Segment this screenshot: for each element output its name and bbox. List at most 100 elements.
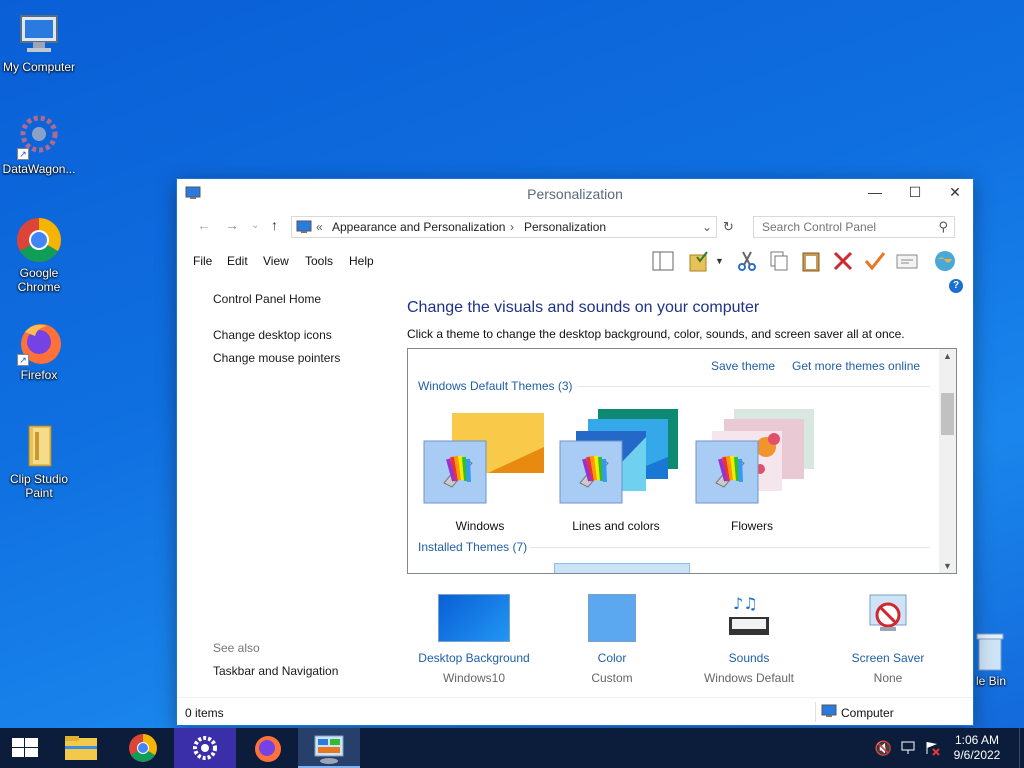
- show-desktop-button[interactable]: [1019, 728, 1024, 768]
- network-icon[interactable]: [900, 740, 916, 759]
- taskbar-firefox[interactable]: [236, 728, 298, 768]
- computer-small-icon: [821, 704, 837, 721]
- color-label[interactable]: Color: [537, 651, 687, 665]
- folder-icon: [15, 422, 63, 470]
- menu-file[interactable]: File: [193, 254, 212, 268]
- forward-arrow-icon[interactable]: →: [225, 217, 239, 233]
- breadcrumb-overflow[interactable]: «: [316, 220, 323, 234]
- screen-saver-value: None: [873, 671, 903, 685]
- address-toolbar: ← → ⌄ ↑ « Appearance and Personalization…: [177, 209, 973, 241]
- theme-windows[interactable]: Windows: [418, 407, 548, 537]
- help-icon[interactable]: ?: [949, 279, 963, 293]
- desktop-icon-label: Clip Studio Paint: [9, 472, 69, 500]
- breadcrumb-chevron-icon: ›: [510, 220, 514, 234]
- breadcrumb-appearance[interactable]: Appearance and Personalization: [332, 220, 505, 234]
- sounds-label[interactable]: Sounds: [674, 651, 824, 665]
- taskbar: 🔇 1:06 AM 9/6/2022: [0, 728, 1024, 768]
- see-also-title: See also: [213, 641, 260, 655]
- taskbar-settings[interactable]: [174, 728, 236, 768]
- globe-icon[interactable]: [933, 249, 957, 273]
- change-mouse-pointers-link[interactable]: Change mouse pointers: [213, 351, 340, 365]
- sounds-value: Windows Default: [703, 671, 795, 685]
- delete-icon[interactable]: [831, 249, 855, 273]
- theme-label: Flowers: [730, 519, 773, 533]
- page-description: Click a theme to change the desktop back…: [407, 327, 905, 341]
- flowers-theme-preview: [695, 409, 814, 504]
- search-box[interactable]: ⚲: [753, 216, 955, 238]
- control-panel-home-link[interactable]: Control Panel Home: [213, 292, 321, 306]
- recent-chevron-icon[interactable]: ⌄: [251, 220, 259, 231]
- properties-icon[interactable]: [895, 249, 919, 273]
- sounds-icon: ♪♫: [723, 591, 775, 643]
- status-divider: [815, 702, 816, 722]
- chrome-icon: [129, 734, 157, 762]
- breadcrumb-personalization[interactable]: Personalization: [524, 220, 606, 234]
- minimize-button[interactable]: —: [855, 179, 895, 207]
- save-theme-link[interactable]: Save theme: [711, 359, 775, 373]
- refresh-icon[interactable]: ↻: [723, 219, 734, 235]
- desktop-background-label[interactable]: Desktop Background: [399, 651, 549, 665]
- title-bar[interactable]: Personalization — ☐ ✕: [177, 179, 973, 209]
- menu-bar: File Edit View Tools Help ▼: [177, 245, 973, 275]
- up-arrow-icon[interactable]: ↑: [271, 217, 278, 233]
- windows-theme-preview: [423, 413, 544, 504]
- page-title: Change the visuals and sounds on your co…: [407, 299, 760, 316]
- clock-date[interactable]: 9/6/2022: [950, 748, 1004, 763]
- checkmark-icon[interactable]: [863, 249, 887, 273]
- menu-tools[interactable]: Tools: [305, 254, 333, 268]
- screen-saver-item[interactable]: Screen Saver None: [813, 591, 963, 685]
- close-button[interactable]: ✕: [935, 179, 975, 207]
- address-dropdown-icon[interactable]: ⌄: [702, 220, 712, 234]
- default-themes-group-title: Windows Default Themes (3): [418, 379, 573, 393]
- theme-lines-and-colors[interactable]: Lines and colors: [554, 407, 684, 537]
- scrollbar-thumb[interactable]: [941, 393, 954, 435]
- scroll-down-icon[interactable]: ▼: [943, 561, 952, 571]
- scroll-up-icon[interactable]: ▲: [943, 351, 952, 361]
- desktop-background-item[interactable]: Desktop Background Windows10: [399, 591, 549, 685]
- desktop-icon-firefox[interactable]: ↗ Firefox: [0, 318, 78, 382]
- svg-text:♪♫: ♪♫: [733, 594, 758, 613]
- taskbar-navigation-link[interactable]: Taskbar and Navigation: [213, 664, 338, 678]
- installed-theme-item[interactable]: [554, 563, 690, 573]
- desktop-icon-label: Google Chrome: [17, 266, 61, 294]
- volume-muted-icon[interactable]: 🔇: [875, 740, 892, 757]
- desktop-icon-label: Firefox: [20, 368, 58, 382]
- back-arrow-icon[interactable]: ←: [197, 217, 211, 233]
- search-input[interactable]: [754, 217, 924, 237]
- screen-saver-label[interactable]: Screen Saver: [813, 651, 963, 665]
- desktop-icon-my-computer[interactable]: My Computer: [0, 10, 78, 74]
- maximize-button[interactable]: ☐: [895, 179, 935, 207]
- search-icon[interactable]: ⚲: [938, 219, 948, 235]
- sounds-item[interactable]: ♪♫ Sounds Windows Default: [674, 591, 824, 685]
- desktop-icon-clip-studio-paint[interactable]: Clip Studio Paint: [0, 422, 78, 500]
- themes-scrollbar[interactable]: ▲ ▼: [939, 349, 956, 573]
- computer-icon: [15, 10, 63, 58]
- desktop-icon-google-chrome[interactable]: Google Chrome: [0, 216, 78, 294]
- chrome-icon: [15, 216, 63, 264]
- taskbar-file-explorer[interactable]: [50, 728, 112, 768]
- menu-edit[interactable]: Edit: [227, 254, 248, 268]
- folder-check-icon[interactable]: [687, 249, 711, 273]
- menu-view[interactable]: View: [263, 254, 289, 268]
- color-item[interactable]: Color Custom: [537, 591, 687, 685]
- cut-icon[interactable]: [735, 249, 759, 273]
- desktop-icon-datawagon[interactable]: ↗ DataWagon...: [0, 112, 78, 176]
- flag-alert-icon[interactable]: [924, 740, 940, 759]
- menu-help[interactable]: Help: [349, 254, 374, 268]
- firefox-icon: [255, 736, 281, 762]
- dropdown-arrow-icon[interactable]: ▼: [715, 249, 727, 273]
- paste-icon[interactable]: [799, 249, 823, 273]
- theme-flowers[interactable]: Flowers: [690, 407, 820, 537]
- taskbar-chrome[interactable]: [112, 728, 174, 768]
- copy-icon[interactable]: [767, 249, 791, 273]
- address-bar[interactable]: « Appearance and Personalization › Perso…: [291, 216, 717, 238]
- desktop-background-icon: [438, 594, 510, 642]
- color-value: Custom: [591, 671, 633, 685]
- get-more-themes-link[interactable]: Get more themes online: [792, 359, 920, 373]
- desktop-icon-label: My Computer: [2, 60, 76, 74]
- change-desktop-icons-link[interactable]: Change desktop icons: [213, 328, 332, 342]
- theme-label: Lines and colors: [572, 519, 660, 533]
- clock-time[interactable]: 1:06 AM: [950, 733, 1004, 748]
- layout-pane-icon[interactable]: [651, 249, 675, 273]
- taskbar-control-panel[interactable]: [298, 728, 360, 768]
